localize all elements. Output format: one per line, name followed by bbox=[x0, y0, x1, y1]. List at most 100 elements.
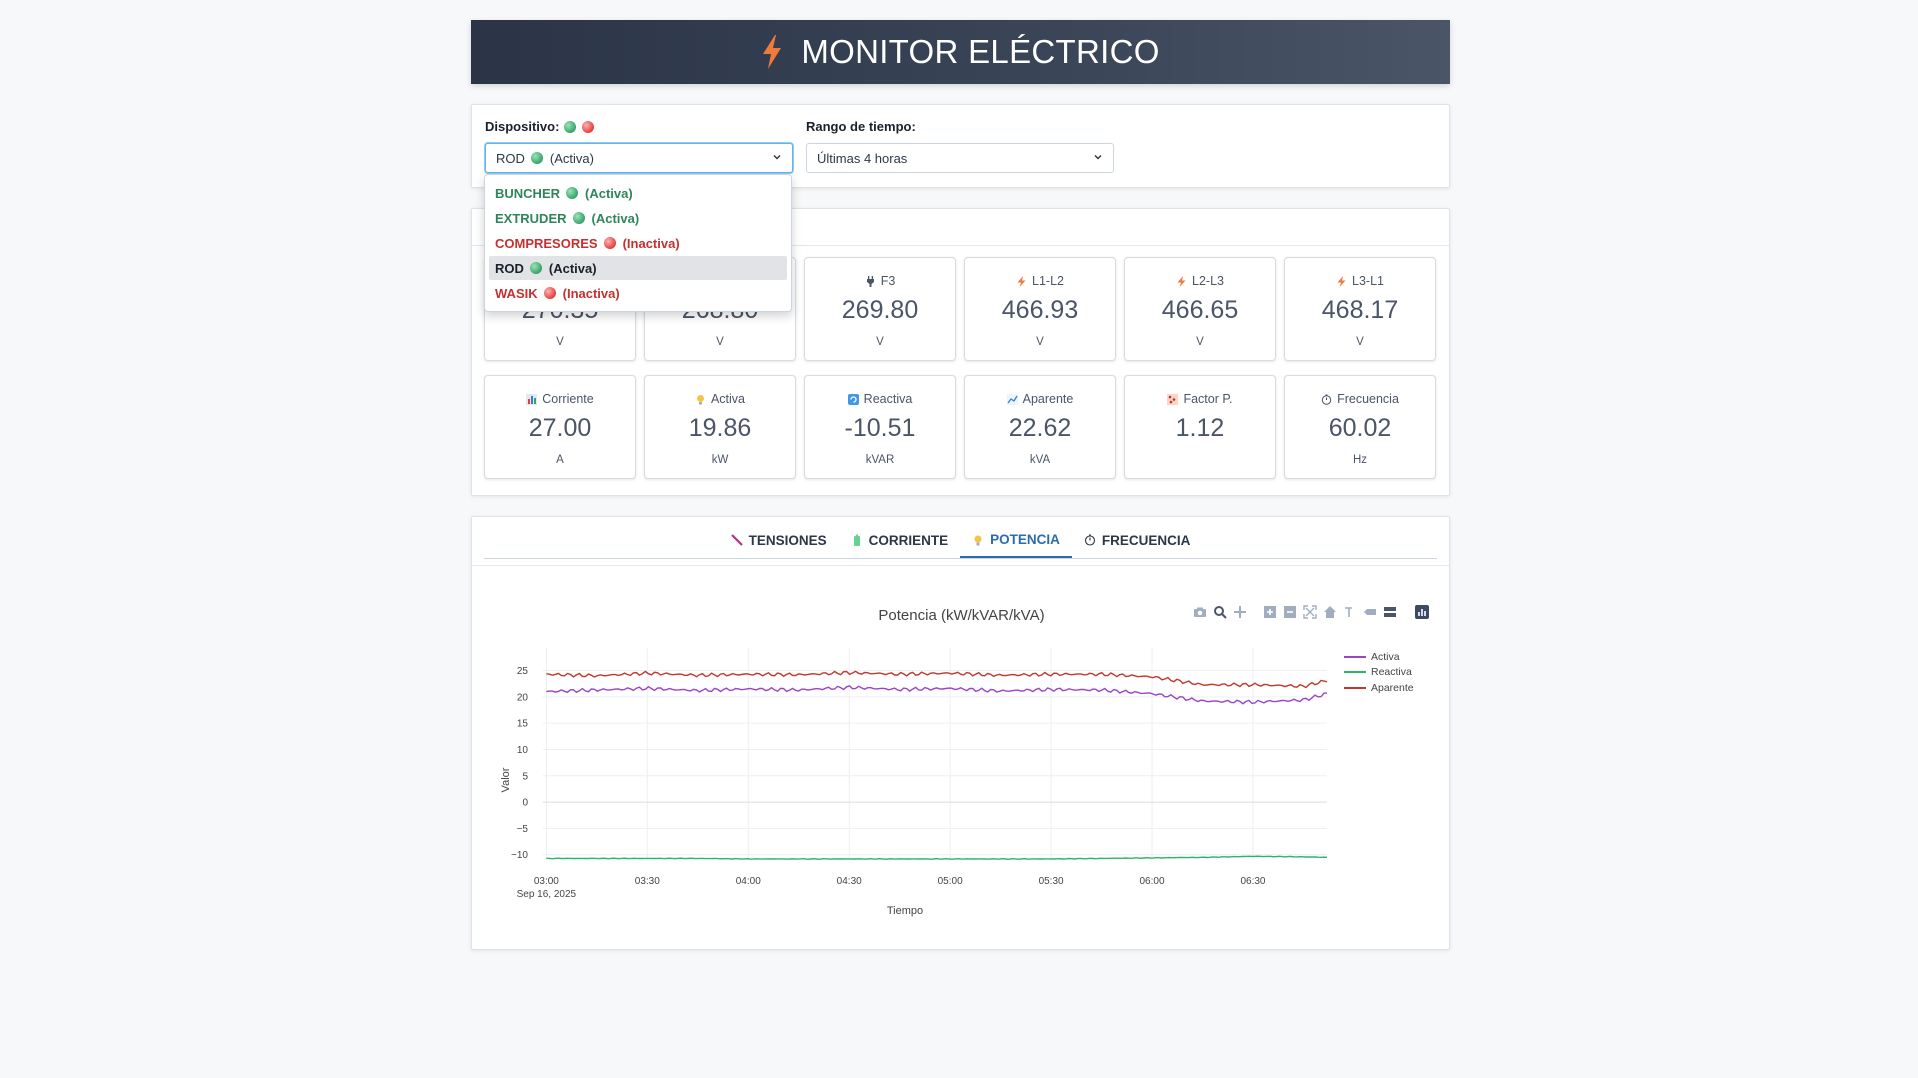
voltage-tile-5: L3-L1 468.17 V bbox=[1284, 257, 1436, 361]
tile-label: L3-L1 bbox=[1285, 274, 1435, 288]
y-tick-label: −10 bbox=[511, 850, 528, 861]
device-label: Dispositivo: bbox=[485, 119, 793, 134]
tile-unit: V bbox=[1036, 336, 1044, 348]
tile-label-text: Factor P. bbox=[1183, 392, 1233, 406]
tile-label-text: L3-L1 bbox=[1352, 274, 1384, 288]
series-line-activa bbox=[546, 685, 1328, 705]
x-axis-label: Tiempo bbox=[887, 905, 923, 917]
tile-label: L1-L2 bbox=[965, 274, 1115, 288]
lightning-icon bbox=[1017, 275, 1026, 287]
tile-unit: kVA bbox=[1029, 454, 1051, 466]
option-name: EXTRUDER bbox=[495, 210, 567, 226]
tile-label-text: L1-L2 bbox=[1032, 274, 1064, 288]
x-tick-label: 06:00 bbox=[1140, 876, 1165, 887]
y-tick-label: 25 bbox=[517, 666, 529, 677]
voltage-tile-2: F3 269.80 V bbox=[804, 257, 956, 361]
lightning-bolt-icon bbox=[763, 35, 782, 69]
device-select-status: (Activa) bbox=[549, 150, 594, 166]
option-status: (Activa) bbox=[591, 210, 640, 226]
device-select[interactable]: ROD (Activa) bbox=[485, 143, 793, 173]
tile-unit: V bbox=[716, 336, 724, 348]
option-status: (Activa) bbox=[585, 185, 633, 201]
tile-label-text: Frecuencia bbox=[1337, 392, 1399, 406]
tile-label: F3 bbox=[805, 274, 955, 288]
legend-item[interactable]: Aparente bbox=[1344, 680, 1414, 696]
tile-unit: V bbox=[1196, 336, 1204, 348]
device-option-buncher[interactable]: BUNCHER (Activa) bbox=[489, 181, 787, 205]
device-option-rod[interactable]: ROD (Activa) bbox=[489, 256, 787, 280]
active-status-dot-icon bbox=[530, 152, 543, 164]
series-line-reactiva bbox=[546, 855, 1328, 860]
tile-value: -10.51 bbox=[844, 414, 916, 442]
y-tick-label: −5 bbox=[517, 824, 529, 835]
option-name: COMPRESORES bbox=[495, 235, 598, 251]
range-select[interactable]: Últimas 4 horas bbox=[806, 143, 1114, 173]
inactive-status-dot-icon bbox=[543, 287, 556, 299]
bar-chart-icon bbox=[526, 393, 538, 405]
tile-label: Factor P. bbox=[1125, 392, 1275, 406]
tab-potencia[interactable]: POTENCIA bbox=[960, 523, 1072, 558]
power-row: Corriente 27.00 A Activa 19.86 kW Reacti… bbox=[484, 375, 1439, 479]
option-name: ROD bbox=[495, 260, 524, 276]
tile-label-text: F3 bbox=[880, 274, 896, 288]
power-tile-5: Frecuencia 60.02 Hz bbox=[1284, 375, 1436, 479]
tile-label: Corriente bbox=[485, 392, 635, 406]
lightbulb-icon bbox=[696, 394, 704, 404]
tab-frecuencia[interactable]: FRECUENCIA bbox=[1072, 523, 1203, 557]
tile-unit: Hz bbox=[1352, 454, 1368, 466]
abacus-icon bbox=[1167, 393, 1179, 405]
range-select-value: Últimas 4 horas bbox=[817, 150, 908, 166]
device-label-text: Dispositivo: bbox=[485, 119, 560, 134]
y-tick-label: 20 bbox=[517, 692, 529, 703]
y-tick-label: 0 bbox=[522, 798, 528, 809]
tab-label: TENSIONES bbox=[748, 532, 827, 548]
page-title: MONITOR ELÉCTRICO bbox=[801, 33, 1160, 70]
tab-corriente[interactable]: CORRIENTE bbox=[839, 523, 961, 557]
device-control: Dispositivo: ROD (Activa) bbox=[485, 119, 793, 173]
option-status: (Inactiva) bbox=[622, 235, 680, 251]
tile-label-text: Activa bbox=[710, 392, 746, 406]
tile-value: 19.86 bbox=[688, 414, 752, 442]
legend-label: Aparente bbox=[1371, 681, 1414, 694]
device-option-wasik[interactable]: WASIK (Inactiva) bbox=[489, 281, 787, 305]
option-name: WASIK bbox=[495, 285, 538, 301]
inactive-status-dot-icon bbox=[582, 120, 595, 133]
x-tick-label: 05:30 bbox=[1039, 876, 1064, 887]
chart-panel: TENSIONES CORRIENTE POTENCIA FRECUENCIA … bbox=[471, 516, 1450, 950]
tile-unit: kW bbox=[711, 454, 729, 466]
legend-swatch bbox=[1344, 671, 1366, 674]
tile-label: Aparente bbox=[965, 392, 1115, 406]
x-tick-label: 05:00 bbox=[938, 876, 963, 887]
stopwatch-icon bbox=[1321, 394, 1332, 405]
voltage-tile-4: L2-L3 466.65 V bbox=[1124, 257, 1276, 361]
tile-value: 466.93 bbox=[1001, 296, 1079, 324]
active-status-dot-icon bbox=[572, 212, 585, 224]
power-tile-2: Reactiva -10.51 kVAR bbox=[804, 375, 956, 479]
legend-item[interactable]: Activa bbox=[1344, 649, 1414, 665]
plug-icon bbox=[866, 275, 874, 287]
refresh-icon bbox=[847, 393, 859, 405]
x-tick-label: 03:30 bbox=[635, 876, 660, 887]
legend-item[interactable]: Reactiva bbox=[1344, 665, 1414, 681]
device-option-compresores[interactable]: COMPRESORES (Inactiva) bbox=[489, 231, 787, 255]
power-tile-0: Corriente 27.00 A bbox=[484, 375, 636, 479]
app-header: MONITOR ELÉCTRICO bbox=[471, 20, 1450, 84]
y-tick-label: 5 bbox=[522, 771, 528, 782]
active-status-dot-icon bbox=[566, 187, 578, 199]
range-control: Rango de tiempo: Últimas 4 horas bbox=[806, 119, 1114, 173]
tile-value: 27.00 bbox=[528, 414, 592, 442]
x-tick-label: 04:30 bbox=[837, 876, 862, 887]
tab-tensiones[interactable]: TENSIONES bbox=[719, 523, 839, 557]
x-tick-label: 06:30 bbox=[1240, 876, 1265, 887]
chevron-down-icon bbox=[773, 155, 781, 160]
lightning-icon bbox=[1337, 275, 1346, 287]
y-tick-label: 10 bbox=[517, 745, 529, 756]
trend-chart-icon bbox=[1006, 393, 1018, 405]
option-status: (Activa) bbox=[548, 260, 597, 276]
device-option-extruder[interactable]: EXTRUDER (Activa) bbox=[489, 206, 787, 230]
option-name: BUNCHER bbox=[495, 185, 560, 201]
x-date-label: Sep 16, 2025 bbox=[517, 889, 577, 900]
voltage-tile-3: L1-L2 466.93 V bbox=[964, 257, 1116, 361]
tile-label-text: Aparente bbox=[1022, 392, 1074, 406]
tile-label-text: L2-L3 bbox=[1192, 274, 1224, 288]
